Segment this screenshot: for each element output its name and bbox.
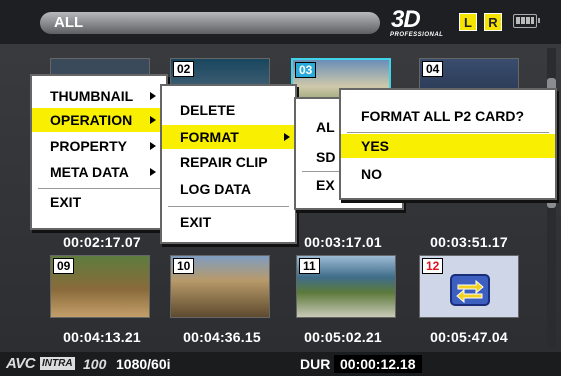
menu-item-exit[interactable]: EXIT	[162, 210, 295, 234]
menu-item-log-data[interactable]: LOG DATA	[162, 177, 295, 201]
channel-left-badge: L	[459, 13, 477, 31]
clip-number: 04	[422, 61, 444, 77]
menu-item-thumbnail[interactable]: THUMBNAIL	[32, 84, 166, 108]
dialog-no-option[interactable]: NO	[341, 162, 555, 186]
clip-timecode: 00:04:36.15	[183, 329, 261, 345]
top-bar: ALL 3D PROFESSIONAL L R	[0, 0, 561, 44]
menu-item-label: FORMAT	[180, 129, 239, 145]
clip-timecode: 00:05:02.21	[304, 329, 382, 345]
menu-divider	[347, 132, 549, 133]
duration-label: DUR	[300, 356, 331, 372]
clip-timecode: 00:02:17.07	[63, 234, 141, 250]
menu-item-property[interactable]: PROPERTY	[32, 134, 166, 158]
chevron-right-icon	[150, 116, 156, 124]
clip-number: 09	[53, 258, 75, 274]
menu-item-exit[interactable]: EXIT	[32, 190, 166, 214]
chevron-right-icon	[150, 168, 156, 176]
menu-item-delete[interactable]: DELETE	[162, 98, 295, 122]
dialog-question: FORMAT ALL P2 CARD?	[361, 108, 525, 124]
channel-right-badge: R	[484, 13, 502, 31]
3d-conversion-icon	[450, 274, 490, 306]
codec-bitrate: 100	[83, 356, 107, 372]
3d-logo: 3D	[391, 6, 421, 33]
clip-thumbnail-7[interactable]: 11	[296, 255, 396, 318]
menu-item-format[interactable]: FORMAT	[162, 125, 295, 149]
menu-divider	[168, 206, 289, 207]
status-bar: AVC INTRA 100 1080/60i DUR 00:00:12.18	[0, 352, 561, 376]
menu-divider	[38, 188, 160, 189]
menu-item-repair-clip[interactable]: REPAIR CLIP	[162, 150, 295, 174]
clip-number: 10	[173, 258, 195, 274]
clip-number: 12	[422, 258, 444, 274]
menu-item-operation[interactable]: OPERATION	[32, 108, 166, 132]
clip-number: 11	[299, 258, 320, 274]
menu-item-label: META DATA	[50, 164, 129, 180]
clip-timecode: 00:05:47.04	[430, 329, 508, 345]
clip-thumbnail-8[interactable]: 12	[419, 255, 519, 318]
main-menu: THUMBNAIL OPERATION PROPERTY META DATA E…	[30, 74, 168, 230]
menu-item-label: PROPERTY	[50, 138, 128, 154]
clip-filter-label[interactable]: ALL	[40, 12, 380, 34]
clip-number: 02	[173, 61, 195, 77]
3d-logo-subtext: PROFESSIONAL	[390, 32, 444, 38]
duration-value: 00:00:12.18	[334, 355, 422, 373]
chevron-right-icon	[150, 92, 156, 100]
format-confirm-dialog: FORMAT ALL P2 CARD? YES NO	[339, 88, 557, 200]
menu-item-label: OPERATION	[50, 112, 133, 128]
video-format: 1080/60i	[116, 356, 171, 372]
clip-timecode: 00:04:13.21	[63, 329, 141, 345]
clip-thumbnail-5[interactable]: 09	[50, 255, 150, 318]
clip-thumbnail-6[interactable]: 10	[170, 255, 270, 318]
codec-brand: AVC	[6, 355, 36, 372]
clip-timecode: 00:03:17.01	[304, 234, 382, 250]
clip-number: 03	[295, 62, 317, 78]
chevron-right-icon	[150, 142, 156, 150]
dialog-yes-option[interactable]: YES	[341, 134, 555, 158]
chevron-right-icon	[284, 133, 290, 141]
operation-submenu: DELETE FORMAT REPAIR CLIP LOG DATA EXIT	[160, 84, 297, 244]
battery-icon	[513, 14, 540, 28]
clip-thumbnail-screen: ALL 3D PROFESSIONAL L R 02 03 04 00:02:1…	[0, 0, 561, 376]
menu-item-meta-data[interactable]: META DATA	[32, 160, 166, 184]
codec-badge: INTRA	[40, 357, 75, 370]
menu-item-label: THUMBNAIL	[50, 88, 134, 104]
clip-timecode: 00:03:51.17	[430, 234, 508, 250]
